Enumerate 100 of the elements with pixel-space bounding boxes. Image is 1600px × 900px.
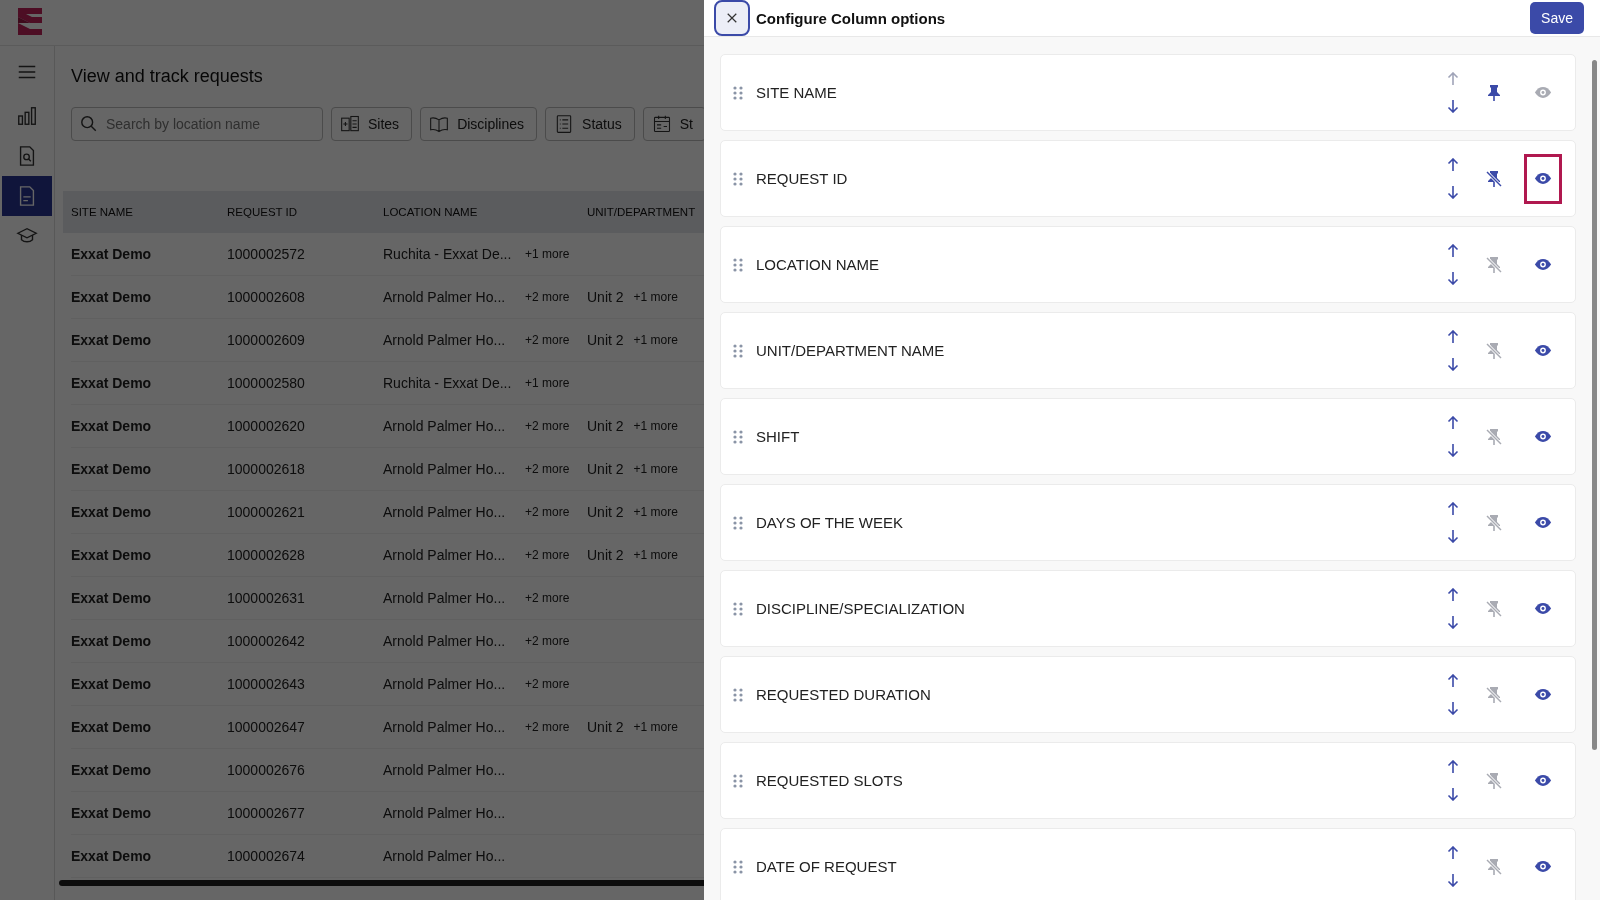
- move-up-icon[interactable]: [1447, 330, 1459, 344]
- move-up-icon[interactable]: [1447, 674, 1459, 688]
- column-name: UNIT/DEPARTMENT NAME: [756, 342, 946, 359]
- move-up-icon[interactable]: [1447, 244, 1459, 258]
- page-title: View and track requests: [71, 66, 264, 87]
- scrollbar[interactable]: [59, 880, 704, 886]
- move-down-icon[interactable]: [1447, 873, 1459, 887]
- move-up-icon[interactable]: [1447, 416, 1459, 430]
- visibility-icon[interactable]: [1534, 430, 1552, 443]
- more-link[interactable]: +2 more: [525, 333, 570, 347]
- more-link[interactable]: +1 more: [633, 419, 678, 433]
- column-name: REQUESTED DURATION: [756, 686, 932, 703]
- more-link[interactable]: +2 more: [525, 419, 570, 433]
- table-cell: Exxat Demo: [71, 289, 152, 305]
- column-name: LOCATION NAME: [756, 256, 881, 273]
- column-header: UNIT/DEPARTMENT: [587, 206, 697, 218]
- table-cell-text: Arnold Palmer Ho...: [383, 633, 507, 649]
- visibility-icon[interactable]: [1534, 344, 1552, 357]
- more-link[interactable]: +2 more: [525, 548, 570, 562]
- more-link[interactable]: +1 more: [633, 333, 678, 347]
- close-button[interactable]: [714, 0, 750, 36]
- visibility-icon[interactable]: [1534, 688, 1552, 701]
- table-cell: 1000002608: [227, 289, 305, 305]
- table-cell-text: Arnold Palmer Ho...: [383, 719, 507, 735]
- table-cell: 1000002609: [227, 332, 305, 348]
- scrollbar[interactable]: [1592, 60, 1597, 750]
- table-cell: Exxat Demo: [71, 418, 152, 434]
- table-cell: Exxat Demo: [71, 590, 152, 606]
- drag-handle-icon[interactable]: [733, 171, 743, 186]
- column-name: SHIFT: [756, 428, 801, 445]
- drag-handle-icon[interactable]: [733, 859, 743, 874]
- more-link[interactable]: +1 more: [633, 505, 678, 519]
- filter-button[interactable]: Sites: [331, 107, 413, 141]
- table-cell: Exxat Demo: [71, 547, 152, 563]
- column-header: REQUEST ID: [227, 206, 299, 218]
- more-link[interactable]: +2 more: [525, 720, 570, 734]
- more-link[interactable]: +1 more: [633, 290, 678, 304]
- move-down-icon[interactable]: [1447, 615, 1459, 629]
- table-cell: Exxat Demo: [71, 676, 152, 692]
- move-down-icon[interactable]: [1447, 185, 1459, 199]
- more-link[interactable]: +2 more: [525, 462, 570, 476]
- column-name: DATE OF REQUEST: [756, 858, 898, 875]
- book-icon: [429, 114, 450, 134]
- filter-button[interactable]: Status: [545, 107, 635, 141]
- column-name: DAYS OF THE WEEK: [756, 514, 904, 531]
- move-down-icon[interactable]: [1447, 701, 1459, 715]
- more-link[interactable]: +1 more: [525, 376, 570, 390]
- move-up-icon[interactable]: [1447, 588, 1459, 602]
- more-link[interactable]: +1 more: [633, 462, 678, 476]
- save-button[interactable]: Save: [1530, 2, 1584, 34]
- visibility-icon[interactable]: [1534, 774, 1552, 787]
- filter-button[interactable]: Disciplines: [420, 107, 538, 141]
- drag-handle-icon[interactable]: [733, 85, 743, 100]
- more-link[interactable]: +2 more: [525, 505, 570, 519]
- move-down-icon[interactable]: [1447, 357, 1459, 371]
- visibility-icon[interactable]: [1534, 258, 1552, 271]
- more-link[interactable]: +1 more: [633, 720, 678, 734]
- table-cell-text: Arnold Palmer Ho...: [383, 332, 507, 348]
- column-name: SITE NAME: [756, 84, 838, 101]
- move-up-icon[interactable]: [1447, 502, 1459, 516]
- drag-handle-icon[interactable]: [733, 515, 743, 530]
- table-cell: Exxat Demo: [71, 461, 152, 477]
- more-link[interactable]: +2 more: [525, 634, 570, 648]
- drag-handle-icon[interactable]: [733, 429, 743, 444]
- table-cell: Exxat Demo: [71, 719, 152, 735]
- move-up-icon[interactable]: [1447, 158, 1459, 172]
- visibility-icon[interactable]: [1534, 516, 1552, 529]
- drag-handle-icon[interactable]: [733, 343, 743, 358]
- more-link[interactable]: +2 more: [525, 591, 570, 605]
- unpin-icon[interactable]: [1485, 169, 1503, 188]
- pin-icon[interactable]: [1485, 83, 1503, 102]
- drag-handle-icon[interactable]: [733, 687, 743, 702]
- table-cell-text: Arnold Palmer Ho...: [383, 762, 507, 778]
- drag-handle-icon[interactable]: [733, 601, 743, 616]
- visibility-icon[interactable]: [1534, 172, 1552, 185]
- visibility-icon[interactable]: [1534, 860, 1552, 873]
- filter-button[interactable]: St: [642, 107, 704, 141]
- visibility-icon[interactable]: [1534, 602, 1552, 615]
- drag-handle-icon[interactable]: [733, 773, 743, 788]
- column-name: DISCIPLINE/SPECIALIZATION: [756, 600, 966, 617]
- move-up-icon[interactable]: [1447, 846, 1459, 860]
- more-link[interactable]: +1 more: [525, 247, 570, 261]
- more-link[interactable]: +2 more: [525, 677, 570, 691]
- more-link[interactable]: +1 more: [633, 548, 678, 562]
- panel-title: Configure Column options: [756, 9, 947, 27]
- move-down-icon[interactable]: [1447, 529, 1459, 543]
- more-link[interactable]: +2 more: [525, 290, 570, 304]
- table-cell-text: Ruchita - Exxat De...: [383, 375, 513, 391]
- move-down-icon[interactable]: [1447, 271, 1459, 285]
- move-down-icon[interactable]: [1447, 443, 1459, 457]
- table-cell-text: Arnold Palmer Ho...: [383, 504, 507, 520]
- column-header: LOCATION NAME: [383, 206, 479, 218]
- table-cell: Exxat Demo: [71, 375, 152, 391]
- move-down-icon[interactable]: [1447, 99, 1459, 113]
- sites-icon: [340, 114, 360, 134]
- move-up-icon[interactable]: [1447, 760, 1459, 774]
- move-down-icon[interactable]: [1447, 787, 1459, 801]
- drag-handle-icon[interactable]: [733, 257, 743, 272]
- table-cell: Exxat Demo: [71, 762, 152, 778]
- table-cell: 1000002631: [227, 590, 305, 606]
